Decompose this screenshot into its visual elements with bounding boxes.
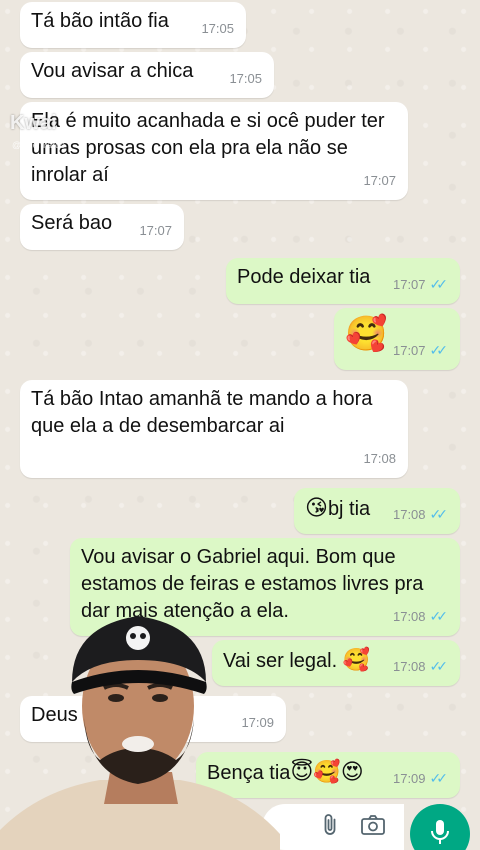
message-meta: 17:07 ✓✓ bbox=[393, 337, 448, 364]
message-time: 17:05 bbox=[201, 21, 234, 36]
message-time: 17:08 bbox=[392, 507, 426, 522]
message-text: Pode deixar tia bbox=[237, 266, 371, 288]
message-incoming[interactable]: Vou avisar a chica 17:05 bbox=[20, 52, 274, 98]
read-ticks-icon: ✓✓ bbox=[429, 276, 449, 292]
message-meta: 17:07 bbox=[363, 167, 396, 194]
message-time: 17:09 bbox=[392, 771, 426, 786]
message-meta: 17:05 bbox=[229, 65, 262, 92]
kwai-watermark-handle: @akiemiaroo bbox=[12, 140, 66, 150]
read-ticks-icon: ✓✓ bbox=[429, 608, 449, 624]
message-text: Vou avisar a chica bbox=[31, 60, 194, 82]
message-incoming[interactable]: Tá bão intão fia 17:05 bbox=[20, 2, 246, 48]
microphone-icon bbox=[429, 818, 451, 850]
message-text: Será bao bbox=[31, 212, 113, 234]
message-time: 17:07 bbox=[392, 277, 426, 292]
message-emoji: 😇🥰😍 bbox=[290, 759, 364, 784]
paperclip-icon[interactable] bbox=[318, 813, 342, 842]
message-emoji: 🥰 bbox=[345, 315, 388, 353]
message-meta: 17:08 ✓✓ bbox=[393, 603, 448, 630]
message-meta: 17:07 bbox=[139, 217, 172, 244]
camera-icon[interactable] bbox=[360, 813, 386, 842]
creator-video-overlay bbox=[0, 616, 280, 850]
message-time: 17:08 bbox=[363, 451, 396, 466]
message-meta: 17:07 ✓✓ bbox=[393, 271, 448, 298]
message-incoming[interactable]: Ela é muito acanhada e si ocê puder ter … bbox=[20, 102, 408, 200]
message-time: 17:05 bbox=[229, 71, 262, 86]
message-text: Ela é muito acanhada e si ocê puder ter … bbox=[31, 110, 391, 186]
read-ticks-icon: ✓✓ bbox=[429, 770, 449, 786]
read-ticks-icon: ✓✓ bbox=[429, 506, 449, 522]
message-meta: 17:08 ✓✓ bbox=[393, 653, 448, 680]
read-ticks-icon: ✓✓ bbox=[429, 342, 449, 358]
message-text: Tá bão intão fia bbox=[31, 10, 169, 32]
message-time: 17:07 bbox=[392, 343, 426, 358]
message-outgoing[interactable]: 😘bj tia 17:08 ✓✓ bbox=[294, 488, 460, 534]
message-time: 17:07 bbox=[363, 173, 396, 188]
message-meta: 17:08 ✓✓ bbox=[393, 501, 448, 528]
message-emoji: 😘 bbox=[305, 495, 328, 520]
read-ticks-icon: ✓✓ bbox=[429, 658, 449, 674]
message-meta: 17:08 bbox=[363, 445, 396, 472]
message-incoming[interactable]: Será bao 17:07 bbox=[20, 204, 184, 250]
message-outgoing[interactable]: 🥰 17:07 ✓✓ bbox=[334, 308, 460, 370]
message-text: bj tia bbox=[327, 498, 371, 520]
message-meta: 17:05 bbox=[201, 15, 234, 42]
message-emoji: 🥰 bbox=[342, 647, 371, 672]
kwai-watermark-logo: Kwai bbox=[10, 112, 57, 134]
message-time: 17:07 bbox=[139, 223, 172, 238]
message-outgoing[interactable]: Pode deixar tia 17:07 ✓✓ bbox=[226, 258, 460, 304]
message-meta: 17:09 ✓✓ bbox=[393, 765, 448, 792]
message-input-bar[interactable] bbox=[262, 804, 404, 850]
message-time: 17:08 bbox=[392, 609, 426, 624]
message-text: Tá bão Intao amanhã te mando a hora que … bbox=[31, 388, 378, 437]
message-incoming[interactable]: Tá bão Intao amanhã te mando a hora que … bbox=[20, 380, 408, 478]
message-time: 17:08 bbox=[392, 659, 426, 674]
